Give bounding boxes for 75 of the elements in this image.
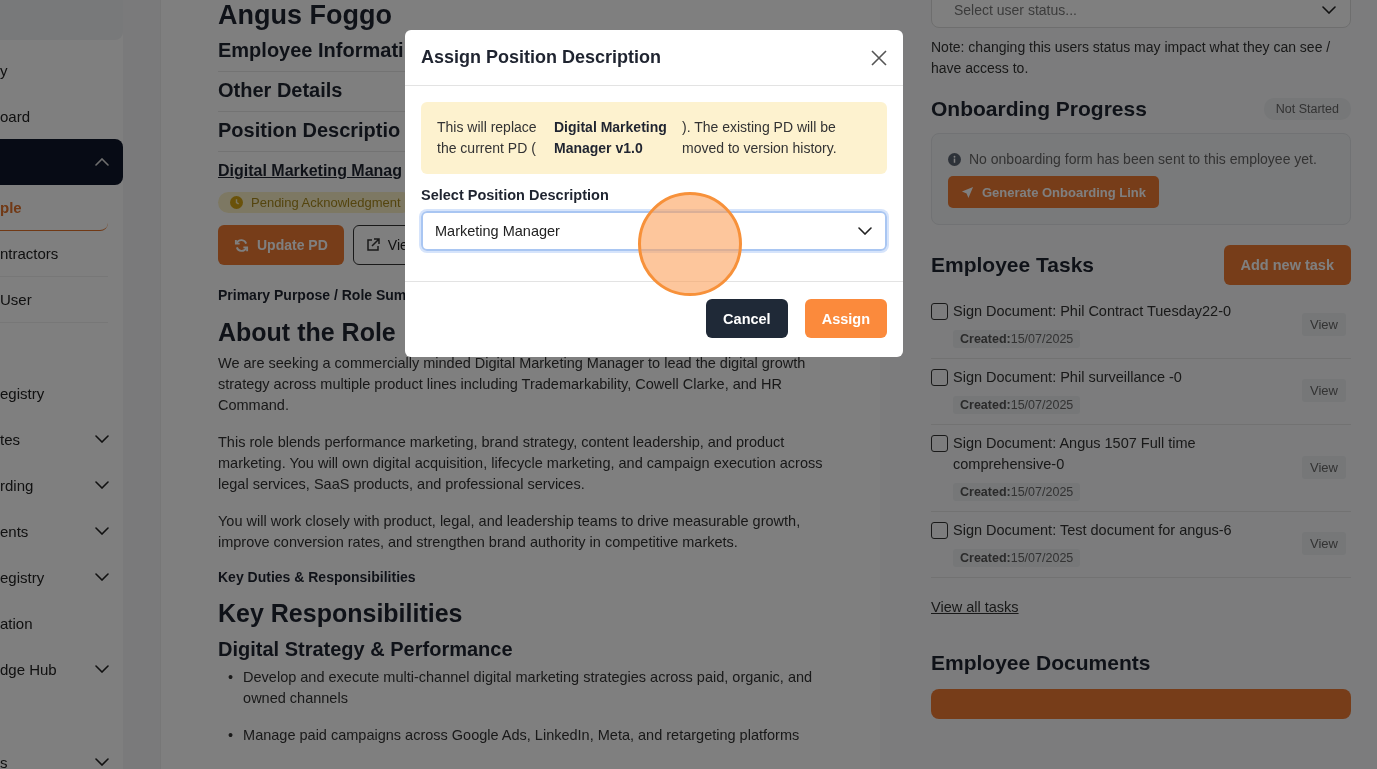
list-item: Manage paid campaigns across Google Ads, LinkedIn, Meta, and retargeting platforms [243, 726, 800, 745]
task-checkbox[interactable] [931, 435, 948, 452]
sidebar-item[interactable]: oard [0, 93, 123, 139]
chevron-down-icon [95, 573, 109, 581]
view-task-button[interactable]: View [1302, 455, 1346, 479]
paragraph: You will work closely with product, legal, and leadership teams to drive measurable growth, improve conversion rates, and strengthen brand authority in competitive markets. [218, 512, 802, 552]
field-label: Key Duties & Responsibilities [218, 569, 417, 585]
created-date: Created:15/07/2025 [953, 483, 1081, 501]
view-all-tasks-link[interactable]: View all tasks [931, 599, 1019, 615]
section-title: Onboarding Progress [931, 97, 1147, 121]
sidebar-subitem[interactable]: ntractors [0, 231, 108, 277]
task-title: Sign Document: Angus 1507 Full time comprehensive-0 [953, 434, 1197, 474]
chevron-down-icon [858, 227, 872, 235]
subsection-heading: Digital Strategy & Performance [218, 638, 513, 661]
close-button[interactable] [869, 47, 889, 68]
view-task-button[interactable]: View [1302, 313, 1346, 336]
list-item: Develop and execute multi-channel digital marketing strategies across paid, organic, and owned channels [243, 668, 814, 708]
sidebar-item[interactable]: tes [0, 416, 123, 462]
section-heading: About the Role [218, 318, 396, 347]
section-heading: Key Responsibilities [218, 599, 463, 628]
chevron-down-icon [95, 527, 109, 535]
position-select[interactable]: Marketing Manager [421, 211, 887, 251]
sidebar-item[interactable]: dge Hub [0, 646, 123, 692]
cancel-button[interactable]: Cancel [706, 299, 788, 338]
created-date: Created:15/07/2025 [953, 549, 1081, 567]
info-icon [948, 153, 961, 166]
task-title: Sign Document: Test document for angus-6 [953, 521, 1233, 540]
sidebar-item[interactable]: egistry [0, 370, 123, 416]
sidebar-item[interactable]: y [0, 47, 123, 93]
bullet: • [228, 726, 234, 745]
paragraph: This role blends performance marketing, brand strategy, content leadership, and product marketing. You will own digital acquisition, lifecycle marketing, and campaign execution across legal services, SaaS products, and professional services. [218, 433, 824, 494]
status-select[interactable]: Select user status... [931, 0, 1351, 28]
send-icon [961, 185, 974, 199]
chevron-up-icon [95, 158, 109, 166]
created-date: Created:15/07/2025 [953, 330, 1081, 348]
external-link-icon [365, 238, 380, 252]
assign-button[interactable]: Assign [804, 299, 887, 338]
section-header[interactable]: Position Descriptio [218, 119, 401, 142]
position-description-link[interactable]: Digital Marketing Manag [218, 162, 403, 180]
sidebar-item[interactable]: rding [0, 462, 123, 508]
field-label: Primary Purpose / Role Sum [218, 287, 407, 303]
section-title: Employee Documents [931, 651, 1152, 675]
close-icon [871, 49, 887, 66]
chevron-down-icon [95, 481, 109, 489]
employee-name: Angus Foggo [218, 0, 392, 30]
sidebar-item[interactable]: ation [0, 600, 123, 646]
task-checkbox[interactable] [931, 522, 948, 539]
info-message: No onboarding form has been sent to this employee yet. [969, 150, 1317, 169]
section-header[interactable]: Other Details [218, 79, 343, 102]
sidebar-subitem[interactable]: User [0, 277, 108, 323]
section-title: Employee Tasks [931, 253, 1095, 277]
task-title: Sign Document: Phil Contract Tuesday22-0 [953, 302, 1233, 321]
paragraph: We are seeking a commercially minded Digital Marketing Manager to lead the digital growth strategy across multiple product lines including Trademarkability, Cowell Clarke, and HR Command. [218, 354, 807, 415]
dialog-title: Assign Position Description [421, 47, 662, 68]
note-text: Note: changing this users status may impact what they can see / have access to. [931, 38, 1332, 78]
bullet: • [228, 668, 234, 687]
field-label: Select Position Description [421, 187, 610, 203]
view-task-button[interactable]: View [1302, 532, 1346, 555]
task-title: Sign Document: Phil surveillance -0 [953, 368, 1183, 387]
view-task-button[interactable]: View [1302, 379, 1346, 402]
chevron-down-icon [1322, 6, 1336, 14]
task-checkbox[interactable] [931, 303, 948, 320]
sidebar-item[interactable]: ents [0, 508, 123, 554]
task-checkbox[interactable] [931, 369, 948, 386]
sidebar-item[interactable]: s [0, 739, 123, 769]
info-message: This will replace the current PD ( Digital Marketing Manager v1.0 ). The existing PD will be moved to version history. [421, 102, 887, 174]
sidebar-item[interactable]: egistry [0, 554, 123, 600]
created-date: Created:15/07/2025 [953, 396, 1081, 414]
section-header[interactable]: Employee Informati [218, 39, 404, 62]
refresh-icon [234, 237, 249, 253]
chevron-down-icon [95, 758, 109, 766]
status-badge: Not Started [1263, 98, 1351, 120]
clock-icon [230, 196, 243, 209]
chevron-down-icon [95, 665, 109, 673]
chevron-down-icon [95, 435, 109, 443]
